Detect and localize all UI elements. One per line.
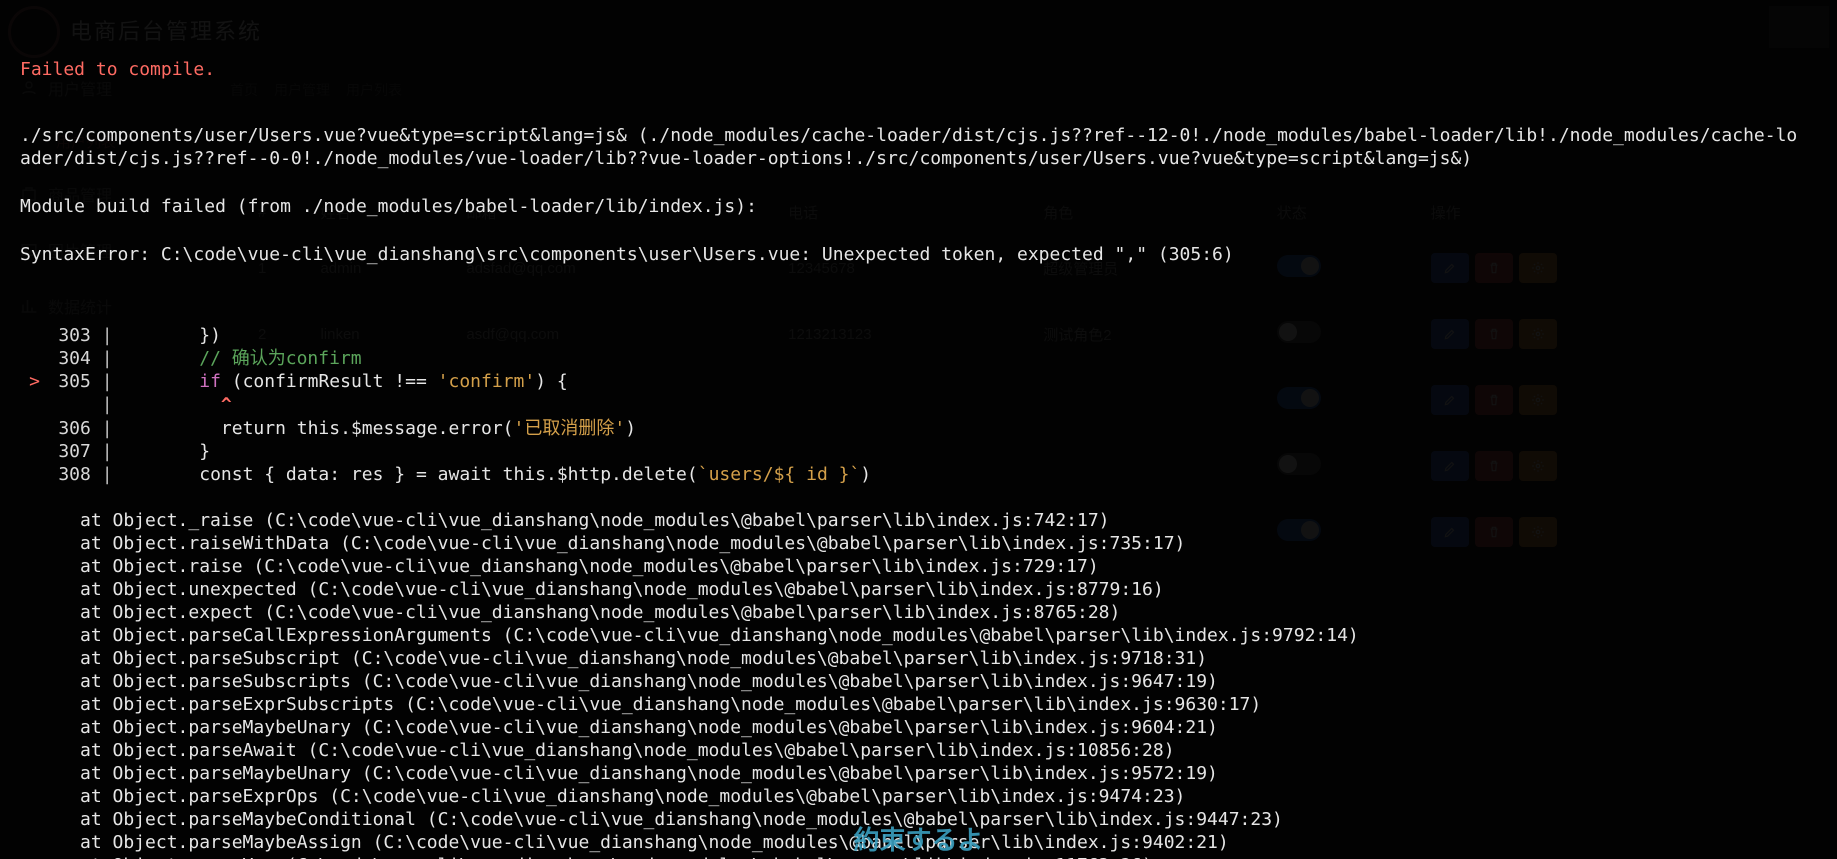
stack-line: at Object.parseExprSubscripts (C:\code\v… bbox=[20, 693, 1817, 716]
code-line: 303 | }) bbox=[20, 324, 1817, 347]
stack-line: at Object.raiseWithData (C:\code\vue-cli… bbox=[20, 532, 1817, 555]
stack-trace: at Object._raise (C:\code\vue-cli\vue_di… bbox=[20, 509, 1817, 859]
code-frame: 303 | }) 304 | // 确认为confirm> 305 | if (… bbox=[20, 324, 1817, 485]
stack-line: at Object.parseExprOps (C:\code\vue-cli\… bbox=[20, 785, 1817, 808]
code-line: 306 | return this.$message.error('已取消删除'… bbox=[20, 417, 1817, 440]
file-chain: ./src/components/user/Users.vue?vue&type… bbox=[20, 124, 1800, 170]
error-title: Failed to compile. bbox=[20, 58, 1817, 81]
code-line: > 305 | if (confirmResult !== 'confirm')… bbox=[20, 370, 1817, 393]
code-line: 308 | const { data: res } = await this.$… bbox=[20, 463, 1817, 486]
bottom-caption: 約束するよ bbox=[853, 824, 983, 857]
stack-line: at Object.parseMaybeUnary (C:\code\vue-c… bbox=[20, 762, 1817, 785]
syntax-error: SyntaxError: C:\code\vue-cli\vue_diansha… bbox=[20, 243, 1817, 266]
module-fail: Module build failed (from ./node_modules… bbox=[20, 195, 1817, 218]
compile-error-overlay[interactable]: Failed to compile. ./src/components/user… bbox=[0, 0, 1837, 859]
code-line: 304 | // 确认为confirm bbox=[20, 347, 1817, 370]
stack-line: at Object.unexpected (C:\code\vue-cli\vu… bbox=[20, 578, 1817, 601]
code-line: 307 | } bbox=[20, 440, 1817, 463]
code-line: | ^ bbox=[20, 393, 1817, 416]
stack-line: at Object.parseMaybeUnary (C:\code\vue-c… bbox=[20, 716, 1817, 739]
stack-line: at Object.parseCallExpressionArguments (… bbox=[20, 624, 1817, 647]
stack-line: at Object.parseSubscripts (C:\code\vue-c… bbox=[20, 670, 1817, 693]
stack-line: at Object._raise (C:\code\vue-cli\vue_di… bbox=[20, 509, 1817, 532]
stack-line: at Object.parseSubscript (C:\code\vue-cl… bbox=[20, 647, 1817, 670]
stack-line: at Object.raise (C:\code\vue-cli\vue_dia… bbox=[20, 555, 1817, 578]
stack-line: at Object.parseAwait (C:\code\vue-cli\vu… bbox=[20, 739, 1817, 762]
stack-line: at Object.expect (C:\code\vue-cli\vue_di… bbox=[20, 601, 1817, 624]
